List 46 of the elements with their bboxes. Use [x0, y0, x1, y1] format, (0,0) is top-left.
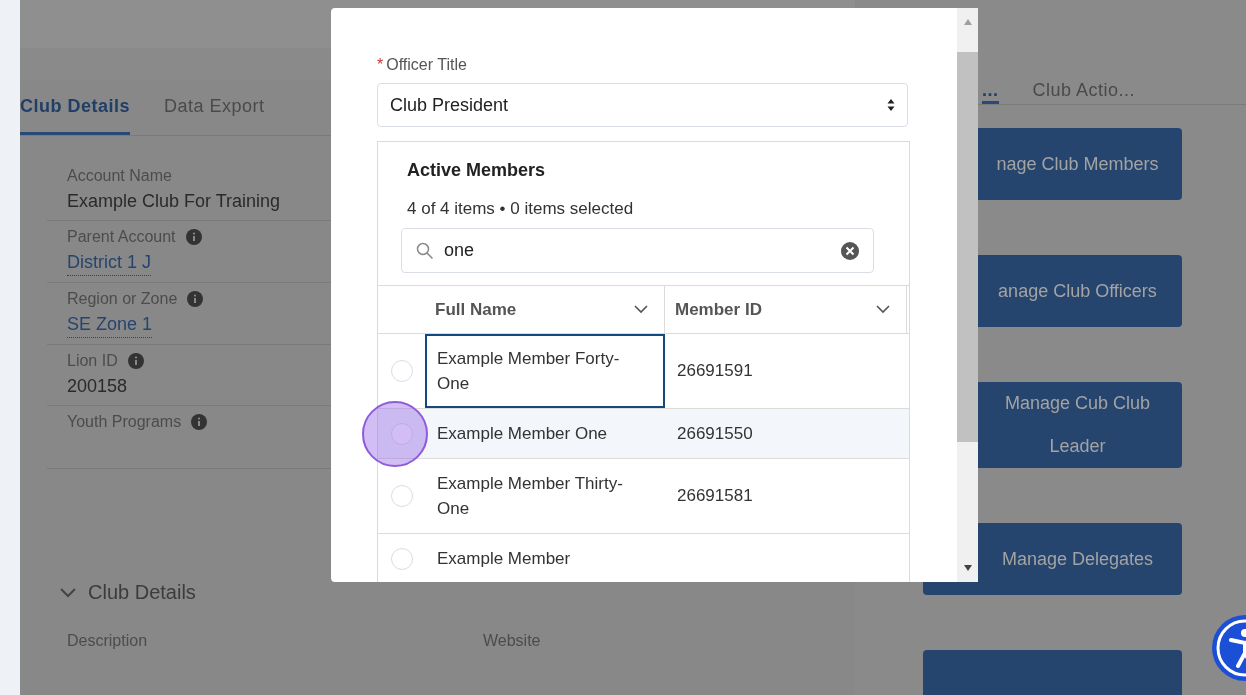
list-summary: 4 of 4 items • 0 items selected	[406, 198, 635, 219]
field-label: Parent Account	[67, 228, 176, 246]
tab[interactable]: Club Actio...	[1032, 80, 1136, 104]
column-header[interactable]: Full Name	[425, 286, 665, 333]
column-header[interactable]: Member ID	[665, 286, 907, 333]
officer-title-select[interactable]: Club President	[377, 83, 908, 127]
table-cell: Example Member Forty-One	[425, 334, 665, 408]
tab[interactable]: Club Details	[20, 80, 131, 135]
tab[interactable]: Data Export	[164, 80, 265, 135]
search-icon	[416, 241, 434, 260]
chevron-icon	[876, 305, 890, 314]
field-label: Description	[67, 632, 149, 650]
field-label: Region or Zone	[67, 290, 178, 308]
tab[interactable]: ...	[982, 80, 999, 104]
info-icon[interactable]	[127, 353, 144, 369]
chevron-icon[interactable]	[60, 587, 76, 598]
field-label: Lion ID	[67, 352, 118, 370]
table-cell: 26691591	[677, 361, 753, 381]
scroll-up-icon[interactable]	[962, 18, 973, 26]
clear-icon[interactable]	[841, 241, 859, 260]
updown-icon	[887, 98, 895, 112]
radio-button[interactable]	[390, 547, 413, 570]
radio-button[interactable]	[390, 360, 413, 382]
field-label: Youth Programs	[67, 413, 182, 431]
field-label: * Officer Title	[377, 56, 468, 74]
chevron-icon	[634, 305, 648, 314]
info-icon[interactable]	[191, 414, 208, 430]
field-label: Website	[483, 632, 542, 650]
info-icon[interactable]	[187, 291, 204, 307]
radio-button[interactable]	[390, 485, 413, 507]
info-icon[interactable]	[185, 229, 202, 245]
scrollbar[interactable]	[957, 8, 978, 582]
table-cell-text: Example Member Thirty-One	[436, 473, 624, 520]
field-link[interactable]: SE Zone 1	[67, 311, 153, 338]
scroll-down-icon[interactable]	[962, 564, 973, 572]
field-link[interactable]: District 1 J	[67, 249, 151, 276]
table-cell-text: Example Member	[436, 548, 572, 570]
field-value: 200158	[67, 375, 128, 398]
table-cell: 26691550	[677, 423, 753, 444]
search-field[interactable]: one	[401, 228, 874, 273]
field-label: Account Name	[67, 167, 172, 185]
list-title: Active Members	[406, 159, 547, 181]
section-title: Club Details	[88, 581, 196, 604]
table-cell-text: Example Member One	[436, 423, 609, 445]
table-cell: 26691581	[677, 486, 753, 506]
field-value: Example Club For Training	[67, 190, 281, 213]
